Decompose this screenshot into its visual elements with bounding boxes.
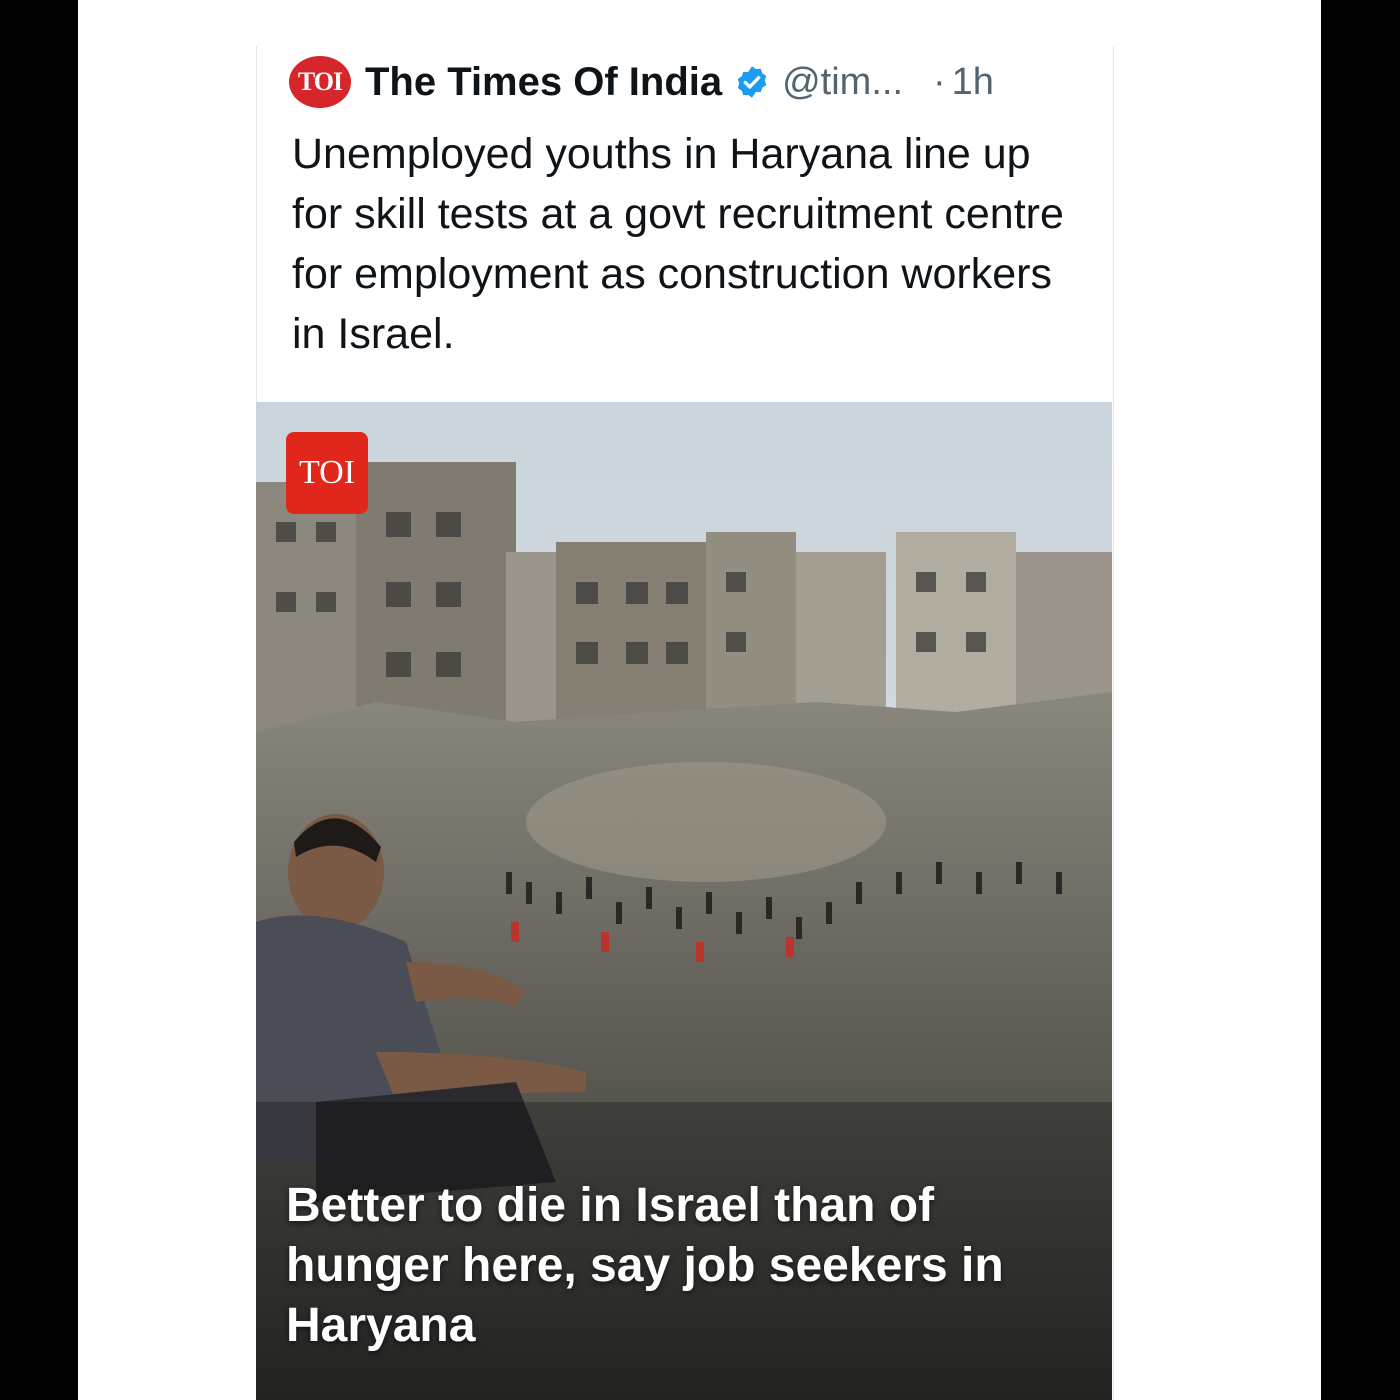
- author-handle[interactable]: @tim...: [782, 61, 903, 104]
- overlay-headline: Better to die in Israel than of hunger h…: [286, 1179, 1004, 1352]
- tweet-text: Unemployed youths in Haryana line up for…: [292, 130, 1064, 358]
- post-time[interactable]: 1h: [952, 61, 994, 104]
- separator-dot: ·: [933, 60, 946, 103]
- author-name[interactable]: The Times Of India: [365, 60, 722, 105]
- verified-badge-icon: [737, 66, 767, 98]
- avatar[interactable]: TOI: [289, 56, 351, 108]
- tweet-photo[interactable]: TOI Better to die in Israel than of hung…: [256, 402, 1112, 1400]
- tweet-header: TOI The Times Of India @tim... · 1h: [289, 54, 1079, 110]
- toi-badge: TOI: [286, 432, 368, 514]
